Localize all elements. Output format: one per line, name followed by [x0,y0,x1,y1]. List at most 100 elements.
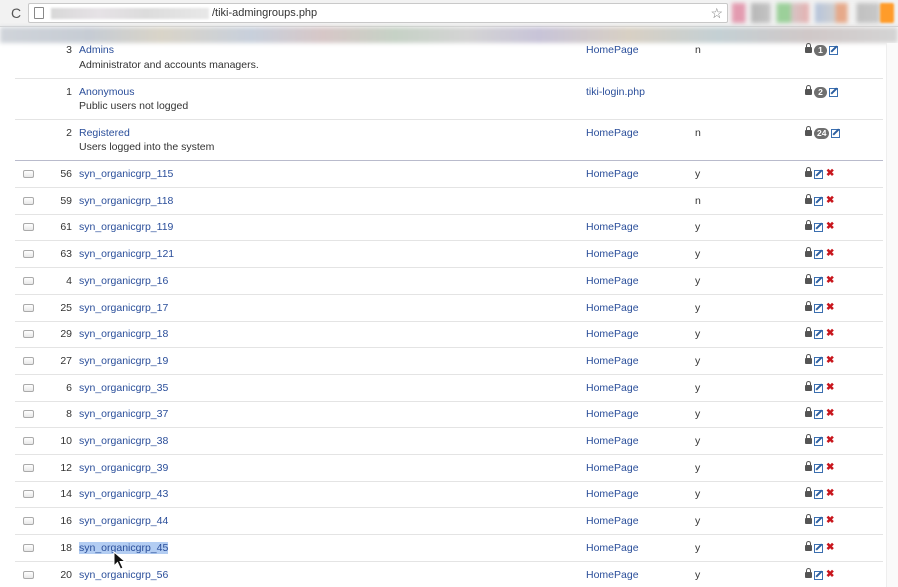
group-homepage-link[interactable]: HomePage [586,542,639,554]
delete-icon[interactable]: ✖ [826,356,834,366]
extensions-area[interactable] [732,3,880,23]
lock-icon[interactable] [805,220,812,231]
bookmarks-bar[interactable] [0,27,898,43]
group-name-link[interactable]: syn_organicgrp_37 [79,408,168,420]
lock-icon[interactable] [805,381,812,392]
lock-icon[interactable] [805,541,812,552]
edit-icon[interactable] [814,463,824,473]
lock-icon[interactable] [805,568,812,579]
group-name-link[interactable]: Anonymous [79,86,134,98]
lock-icon[interactable] [805,194,812,205]
group-name-link[interactable]: syn_organicgrp_38 [79,435,168,447]
group-homepage-link[interactable]: HomePage [586,248,639,260]
delete-icon[interactable]: ✖ [826,489,834,499]
group-homepage-link[interactable]: HomePage [586,488,639,500]
row-select-checkbox[interactable] [23,357,34,365]
address-bar[interactable]: /tiki-admingroups.php ☆ [28,3,728,23]
edit-icon[interactable] [829,45,839,55]
delete-icon[interactable]: ✖ [826,329,834,339]
lock-icon[interactable] [805,354,812,365]
delete-icon[interactable]: ✖ [826,409,834,419]
delete-icon[interactable]: ✖ [826,276,834,286]
group-name-link[interactable]: syn_organicgrp_119 [79,221,173,233]
edit-icon[interactable] [829,87,839,97]
delete-icon[interactable]: ✖ [826,463,834,473]
delete-icon[interactable]: ✖ [826,196,834,206]
edit-icon[interactable] [814,196,824,206]
row-select-checkbox[interactable] [23,330,34,338]
scrollbar[interactable] [886,43,898,587]
lock-icon[interactable] [805,461,812,472]
lock-icon[interactable] [805,85,812,96]
edit-icon[interactable] [814,356,824,366]
row-select-checkbox[interactable] [23,437,34,445]
group-name-link[interactable]: syn_organicgrp_118 [79,195,173,207]
group-homepage-link[interactable]: HomePage [586,569,639,581]
member-count-badge[interactable]: 1 [814,44,827,56]
group-name-link[interactable]: syn_organicgrp_56 [79,569,168,581]
lock-icon[interactable] [805,487,812,498]
group-name-link[interactable]: syn_organicgrp_44 [79,515,168,527]
row-select-checkbox[interactable] [23,223,34,231]
row-select-checkbox[interactable] [23,571,34,579]
group-name-link[interactable]: Admins [79,44,114,56]
lock-icon[interactable] [805,126,812,137]
group-homepage-link[interactable]: HomePage [586,408,639,420]
bookmark-star-icon[interactable]: ☆ [710,5,723,22]
delete-icon[interactable]: ✖ [826,169,834,179]
lock-icon[interactable] [805,43,812,54]
delete-icon[interactable]: ✖ [826,383,834,393]
group-homepage-link[interactable]: HomePage [586,302,639,314]
group-name-link[interactable]: syn_organicgrp_18 [79,328,168,340]
group-name-link[interactable]: syn_organicgrp_39 [79,462,168,474]
delete-icon[interactable]: ✖ [826,570,834,580]
edit-icon[interactable] [814,436,824,446]
group-name-link[interactable]: syn_organicgrp_43 [79,488,168,500]
edit-icon[interactable] [814,489,824,499]
group-homepage-link[interactable]: HomePage [586,168,639,180]
group-homepage-link[interactable]: HomePage [586,127,639,139]
row-select-checkbox[interactable] [23,250,34,258]
lock-icon[interactable] [805,327,812,338]
group-name-link[interactable]: syn_organicgrp_17 [79,302,168,314]
group-name-link[interactable]: syn_organicgrp_19 [79,355,168,367]
delete-icon[interactable]: ✖ [826,249,834,259]
group-name-link[interactable]: Registered [79,127,130,139]
delete-icon[interactable]: ✖ [826,436,834,446]
edit-icon[interactable] [814,383,824,393]
edit-icon[interactable] [814,222,824,232]
delete-icon[interactable]: ✖ [826,543,834,553]
group-homepage-link[interactable]: HomePage [586,221,639,233]
edit-icon[interactable] [814,409,824,419]
group-name-link[interactable]: syn_organicgrp_16 [79,275,168,287]
lock-icon[interactable] [805,407,812,418]
row-select-checkbox[interactable] [23,197,34,205]
group-homepage-link[interactable]: HomePage [586,435,639,447]
row-select-checkbox[interactable] [23,464,34,472]
group-homepage-link[interactable]: tiki-login.php [586,86,645,98]
group-homepage-link[interactable]: HomePage [586,515,639,527]
row-select-checkbox[interactable] [23,277,34,285]
row-select-checkbox[interactable] [23,490,34,498]
edit-icon[interactable] [831,128,841,138]
delete-icon[interactable]: ✖ [826,303,834,313]
member-count-badge[interactable]: 24 [814,127,830,139]
menu-icon[interactable] [880,3,894,23]
edit-icon[interactable] [814,543,824,553]
lock-icon[interactable] [805,434,812,445]
delete-icon[interactable]: ✖ [826,222,834,232]
group-homepage-link[interactable]: HomePage [586,275,639,287]
lock-icon[interactable] [805,274,812,285]
group-name-link[interactable]: syn_organicgrp_45 [79,542,169,554]
edit-icon[interactable] [814,303,824,313]
lock-icon[interactable] [805,514,812,525]
member-count-badge[interactable]: 2 [814,86,827,98]
row-select-checkbox[interactable] [23,410,34,418]
group-homepage-link[interactable]: HomePage [586,355,639,367]
row-select-checkbox[interactable] [23,384,34,392]
edit-icon[interactable] [814,169,824,179]
group-homepage-link[interactable]: HomePage [586,44,639,56]
lock-icon[interactable] [805,167,812,178]
group-name-link[interactable]: syn_organicgrp_121 [79,248,174,260]
group-homepage-link[interactable]: HomePage [586,462,639,474]
